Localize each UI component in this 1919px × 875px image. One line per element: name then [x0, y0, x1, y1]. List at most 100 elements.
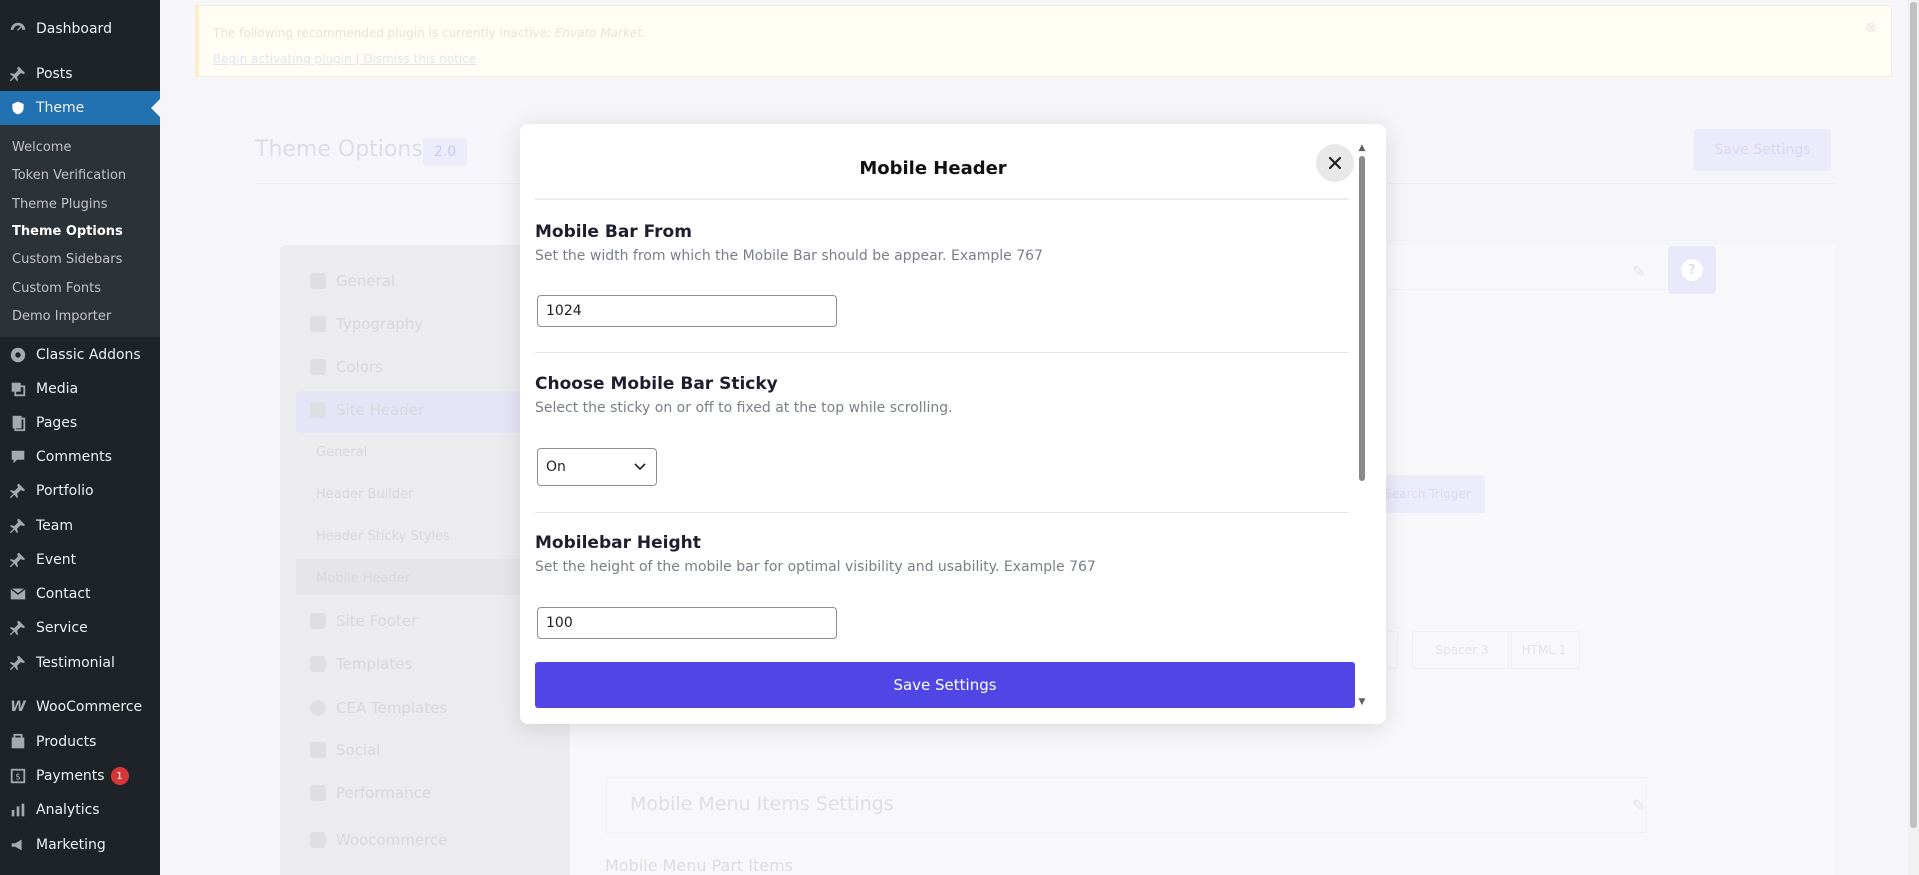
sidebar-item-pages[interactable]: Pages	[0, 406, 160, 440]
sidebar-item-dashboard[interactable]: Dashboard	[0, 12, 160, 46]
sidebar-item-team[interactable]: Team	[0, 509, 160, 543]
submenu-item-theme-plugins[interactable]: Theme Plugins	[12, 192, 108, 216]
sidebar-item-woocommerce[interactable]: W WooCommerce	[0, 690, 160, 724]
monitor-icon	[310, 613, 326, 629]
sidebar-item-posts[interactable]: Posts	[0, 57, 160, 91]
modal-scrollbar-thumb[interactable]	[1359, 156, 1365, 481]
nav-item-general[interactable]: General	[310, 272, 395, 290]
subnav-item-mobile-header[interactable]: Mobile Header	[316, 571, 410, 586]
subnav-item-header-sticky-styles[interactable]: Header Sticky Styles	[316, 529, 450, 544]
sidebar-item-contact[interactable]: Contact	[0, 577, 160, 611]
sidebar-item-label: Testimonial	[36, 655, 115, 671]
gauge-icon	[310, 785, 326, 801]
pin-icon	[0, 482, 36, 500]
sidebar-item-label: Event	[36, 552, 77, 568]
sidebar-item-event[interactable]: Event	[0, 543, 160, 577]
notice-text: The following recommended plugin is curr…	[213, 26, 555, 40]
nav-item-performance[interactable]: Performance	[310, 784, 431, 802]
typography-icon	[310, 316, 326, 332]
svg-text:$: $	[15, 773, 21, 783]
cea-icon	[310, 700, 326, 716]
sidebar-item-service[interactable]: Service	[0, 611, 160, 645]
sidebar-item-label: Classic Addons	[36, 347, 141, 363]
help-button[interactable]: ?	[1668, 246, 1716, 294]
sidebar-item-label: Service	[36, 620, 88, 636]
sidebar-item-label: Products	[36, 734, 97, 750]
html-1-chip[interactable]: HTML 1	[1508, 631, 1580, 669]
sidebar-item-theme[interactable]: Theme	[0, 91, 160, 125]
pin-icon	[0, 65, 36, 83]
payments-icon: $	[0, 767, 36, 785]
submenu-item-welcome[interactable]: Welcome	[12, 135, 71, 159]
subnav-item-header-builder[interactable]: Header Builder	[316, 487, 413, 502]
section-divider	[535, 352, 1349, 353]
page-scrollbar[interactable]	[1908, 0, 1919, 875]
close-button[interactable]	[1316, 144, 1354, 182]
woocommerce-icon: W	[10, 699, 26, 715]
gear-icon	[310, 273, 326, 289]
notification-badge: 1	[110, 767, 129, 785]
sidebar-item-media[interactable]: Media	[0, 372, 160, 406]
nav-item-social[interactable]: Social	[310, 741, 380, 759]
sidebar-item-label: Media	[36, 381, 79, 397]
section-title: Mobile Bar From	[535, 222, 692, 242]
submenu-item-custom-fonts[interactable]: Custom Fonts	[12, 276, 101, 300]
section-description: Set the height of the mobile bar for opt…	[535, 559, 1096, 575]
brush-icon	[310, 359, 326, 375]
sidebar-item-label: Theme	[36, 100, 85, 116]
modal-scrollbar[interactable]: ▲ ▼	[1356, 142, 1368, 710]
sidebar-item-portfolio[interactable]: Portfolio	[0, 474, 160, 508]
sidebar-item-analytics[interactable]: Analytics	[0, 793, 160, 827]
sidebar-item-label: Payments	[36, 768, 105, 784]
section-title: Mobilebar Height	[535, 533, 701, 553]
nav-item-templates[interactable]: Templates	[310, 655, 412, 673]
mobile-bar-from-input[interactable]	[537, 295, 837, 327]
nav-item-colors[interactable]: Colors	[310, 358, 383, 376]
nav-label: Site Footer	[336, 612, 418, 630]
sidebar-item-comments[interactable]: Comments	[0, 440, 160, 474]
activate-plugin-link[interactable]: Begin activating plugin	[213, 52, 352, 66]
submenu-item-custom-sidebars[interactable]: Custom Sidebars	[12, 247, 122, 271]
save-settings-button-top[interactable]: Save Settings	[1694, 129, 1831, 171]
sidebar-item-label: Dashboard	[36, 21, 112, 37]
cart-icon	[310, 832, 326, 848]
nav-item-typography[interactable]: Typography	[310, 315, 423, 333]
spacer-3-chip[interactable]: Spacer 3	[1412, 631, 1512, 669]
notice-separator: |	[355, 52, 360, 66]
sidebar-item-label: Contact	[36, 586, 91, 602]
sidebar-item-products[interactable]: Products	[0, 725, 160, 759]
sidebar-item-payments[interactable]: $ Payments 1	[0, 759, 160, 793]
page-title: Theme Options	[255, 137, 423, 162]
sidebar-item-classic-addons[interactable]: Classic Addons	[0, 338, 160, 372]
sidebar-item-marketing[interactable]: Marketing	[0, 828, 160, 862]
submenu-item-token-verification[interactable]: Token Verification	[12, 163, 126, 187]
dismiss-icon[interactable]: ⊗	[1865, 20, 1877, 36]
modal-header-divider	[535, 198, 1349, 200]
pencil-icon[interactable]: ✎	[1632, 262, 1645, 281]
sidebar-item-testimonial[interactable]: Testimonial	[0, 646, 160, 680]
nav-item-woocommerce[interactable]: Woocommerce	[310, 831, 448, 849]
dashboard-icon	[0, 20, 36, 38]
submenu-item-theme-options[interactable]: Theme Options	[12, 219, 123, 243]
save-settings-button[interactable]: Save Settings	[535, 662, 1355, 708]
nav-item-cea-templates[interactable]: CEA Templates	[310, 699, 447, 717]
mobilebar-height-section: Mobilebar Height Set the height of the m…	[535, 533, 1349, 653]
search-trigger-chip[interactable]: Search Trigger	[1370, 475, 1485, 513]
scroll-up-arrow-icon[interactable]: ▲	[1356, 142, 1368, 154]
nav-item-site-header[interactable]: Site Header	[310, 401, 424, 419]
mobilebar-height-input[interactable]	[537, 607, 837, 639]
page-scrollbar-thumb[interactable]	[1910, 2, 1917, 828]
select-value: On	[546, 459, 566, 475]
section-divider	[535, 512, 1349, 513]
mobile-bar-sticky-select[interactable]: On	[537, 448, 657, 486]
notice-plugin-name: Envato Market.	[554, 26, 646, 40]
modal-title: Mobile Header	[859, 158, 1007, 179]
dismiss-notice-link[interactable]: Dismiss this notice	[363, 52, 476, 66]
nav-item-site-footer[interactable]: Site Footer	[310, 612, 417, 630]
submenu-item-demo-importer[interactable]: Demo Importer	[12, 304, 111, 328]
pencil-icon[interactable]: ✎	[1632, 796, 1645, 815]
pin-icon	[0, 654, 36, 672]
subnav-item-general[interactable]: General	[316, 445, 367, 460]
scroll-down-arrow-icon[interactable]: ▼	[1356, 696, 1368, 708]
header-icon	[310, 402, 326, 418]
